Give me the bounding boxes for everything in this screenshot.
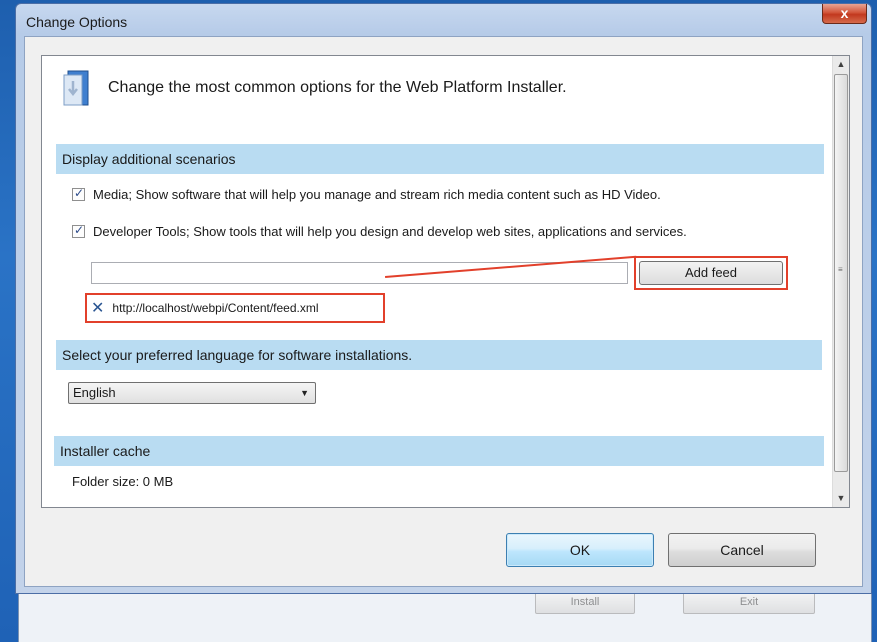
scroll-down-icon[interactable]: ▼: [833, 490, 849, 507]
section-installer-cache: Installer cache: [54, 436, 824, 466]
close-button[interactable]: x: [822, 4, 867, 24]
section-title: Display additional scenarios: [62, 151, 236, 167]
ok-button[interactable]: OK: [506, 533, 654, 567]
section-title: Installer cache: [60, 443, 151, 459]
background-window: Install Exit: [18, 590, 872, 642]
feed-url-text: http://localhost/webpi/Content/feed.xml: [112, 301, 319, 315]
installer-download-icon: [62, 69, 92, 107]
background-install-button: Install: [535, 592, 635, 614]
scroll-thumb[interactable]: ≡: [834, 74, 848, 472]
folder-size-text: Folder size: 0 MB: [72, 474, 174, 489]
developer-tools-label[interactable]: Developer Tools; Show tools that will he…: [93, 224, 687, 239]
vertical-scrollbar[interactable]: ▲ ≡ ▼: [832, 56, 849, 507]
media-checkbox[interactable]: [72, 186, 85, 201]
remove-feed-icon[interactable]: ✕: [91, 298, 104, 318]
options-header: Change the most common options for the W…: [62, 68, 567, 108]
title-bar[interactable]: Change Options x: [16, 4, 871, 40]
feed-url-input[interactable]: [91, 262, 628, 284]
section-title: Select your preferred language for softw…: [62, 347, 413, 363]
options-header-text: Change the most common options for the W…: [108, 79, 567, 96]
add-feed-button[interactable]: Add feed: [639, 261, 783, 285]
add-feed-highlight: Add feed: [634, 256, 788, 290]
section-display-scenarios: Display additional scenarios: [56, 144, 824, 174]
scenario-developer-tools-row[interactable]: Developer Tools; Show tools that will he…: [72, 223, 687, 239]
dialog-client-area: Change the most common options for the W…: [24, 36, 863, 587]
language-select[interactable]: English ▼: [68, 382, 316, 404]
feed-item-highlight: ✕ http://localhost/webpi/Content/feed.xm…: [85, 293, 385, 323]
background-exit-button: Exit: [683, 592, 815, 614]
change-options-dialog: Change Options x Change the most common …: [15, 3, 872, 594]
language-selected-value: English: [73, 385, 116, 400]
thumb-grip-icon: ≡: [838, 265, 843, 274]
dropdown-arrow-icon: ▼: [300, 388, 309, 398]
options-scroll-panel: Change the most common options for the W…: [41, 55, 850, 508]
developer-tools-checkbox[interactable]: [72, 223, 85, 238]
media-label[interactable]: Media; Show software that will help you …: [93, 187, 661, 202]
section-language: Select your preferred language for softw…: [56, 340, 822, 370]
window-title: Change Options: [26, 14, 128, 30]
scroll-up-icon[interactable]: ▲: [833, 56, 849, 73]
cancel-button[interactable]: Cancel: [668, 533, 816, 567]
scenario-media-row[interactable]: Media; Show software that will help you …: [72, 186, 661, 202]
